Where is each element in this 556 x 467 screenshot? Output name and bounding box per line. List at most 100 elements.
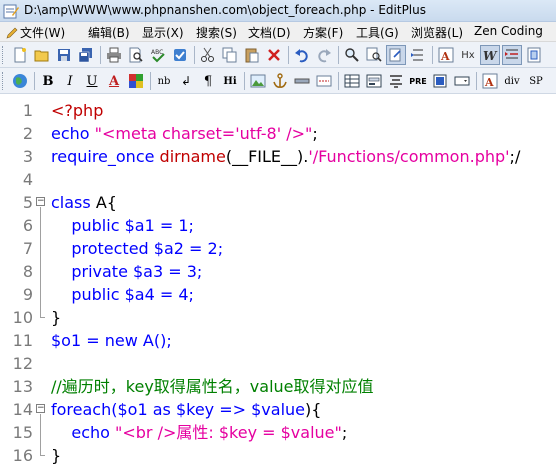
code-line[interactable]: 14− foreach($o1 as $key => $value){ xyxy=(0,398,556,421)
span-button[interactable]: SP xyxy=(526,71,546,91)
goto-icon[interactable] xyxy=(408,45,428,65)
menu-view[interactable]: 显示(X) xyxy=(142,24,184,41)
replace-icon[interactable] xyxy=(364,45,384,65)
underline-button[interactable]: U xyxy=(82,71,102,91)
fold-guide xyxy=(40,414,41,456)
toolbar-separator xyxy=(244,72,245,90)
code-token: <?php xyxy=(51,101,104,120)
svg-text:A: A xyxy=(484,76,494,89)
code-token: $a3 xyxy=(133,262,164,281)
copy-icon[interactable] xyxy=(220,45,240,65)
font-size-icon[interactable]: A xyxy=(436,45,456,65)
code-line[interactable]: 15 echo "<br />属性: $key = $value"; xyxy=(0,421,556,444)
open-folder-icon[interactable] xyxy=(32,45,52,65)
code-token: } xyxy=(51,308,62,327)
br-button[interactable]: ↲ xyxy=(176,71,196,91)
code-token: $key xyxy=(175,400,215,419)
code-line[interactable]: 4 xyxy=(0,168,556,191)
delete-icon[interactable] xyxy=(264,45,284,65)
toolbar-grip[interactable] xyxy=(2,46,6,64)
save-icon[interactable] xyxy=(54,45,74,65)
code-token: => xyxy=(214,400,252,419)
find-icon[interactable] xyxy=(342,45,362,65)
image-icon[interactable] xyxy=(248,71,268,91)
fold-toggle-icon[interactable]: − xyxy=(36,197,45,206)
code-line[interactable]: 6 public $a1 = 1; xyxy=(0,214,556,237)
code-line[interactable]: 13 //遍历时，key取得属性名，value取得对应值 xyxy=(0,375,556,398)
div-button[interactable]: div xyxy=(502,71,522,91)
menu-browser[interactable]: 浏览器(L) xyxy=(411,24,463,41)
print-icon[interactable] xyxy=(104,45,124,65)
hex-icon[interactable]: Hx xyxy=(458,45,478,65)
line-number: 9 xyxy=(22,285,33,304)
code-token: $o1 xyxy=(51,331,82,350)
form-icon[interactable] xyxy=(364,71,384,91)
heading-button[interactable]: Hi xyxy=(220,71,240,91)
line-number: 1 xyxy=(22,101,33,120)
new-file-icon[interactable] xyxy=(10,45,30,65)
code-line[interactable]: 10} xyxy=(0,306,556,329)
toolbar-grip[interactable] xyxy=(2,72,6,90)
font-icon[interactable]: A xyxy=(480,71,500,91)
find-in-files-icon[interactable] xyxy=(386,45,406,65)
undo-icon[interactable] xyxy=(292,45,312,65)
menu-zen-coding[interactable]: Zen Coding xyxy=(474,24,543,38)
code-editor[interactable]: 1 <?php 2 echo "<meta charset='utf-8' />"; 3… xyxy=(0,95,556,467)
italic-button[interactable]: I xyxy=(60,71,80,91)
menu-file[interactable]: 文件(W) xyxy=(6,24,65,41)
checkbox-icon[interactable] xyxy=(430,71,450,91)
hr-icon[interactable] xyxy=(292,71,312,91)
line-number: 4 xyxy=(22,170,33,189)
code-line[interactable]: 2 echo "<meta charset='utf-8' />"; xyxy=(0,122,556,145)
menu-edit[interactable]: 编辑(B) xyxy=(88,24,130,41)
toolbar-separator xyxy=(194,46,195,64)
nbsp-button[interactable]: nb xyxy=(154,71,174,91)
code-line[interactable]: 3 require_once dirname(__FILE__).'/Functi… xyxy=(0,145,556,168)
print-preview-icon[interactable] xyxy=(126,45,146,65)
code-token: private xyxy=(51,262,133,281)
menu-tools[interactable]: 工具(G) xyxy=(356,24,399,41)
line-number: 3 xyxy=(22,147,33,166)
code-line[interactable]: 16} xyxy=(0,444,556,467)
fold-guide xyxy=(40,207,41,318)
code-token: $value xyxy=(251,400,306,419)
code-token: = 2; xyxy=(183,239,224,258)
code-token: = 4; xyxy=(154,285,194,304)
code-token: A{ xyxy=(95,193,117,212)
save-all-icon[interactable] xyxy=(76,45,96,65)
menu-project[interactable]: 方案(F) xyxy=(303,24,343,41)
code-line[interactable]: 5− class A{ xyxy=(0,191,556,214)
paragraph-button[interactable]: ¶ xyxy=(198,71,218,91)
pre-button[interactable]: PRE xyxy=(408,71,428,91)
code-line[interactable]: 11 $o1 = new A(); xyxy=(0,329,556,352)
redo-icon[interactable] xyxy=(314,45,334,65)
code-line[interactable]: 7 protected $a2 = 2; xyxy=(0,237,556,260)
code-token: //遍历时，key取得属性名，value取得对应值 xyxy=(51,377,374,396)
table-icon[interactable] xyxy=(342,71,362,91)
code-line[interactable]: 1 <?php xyxy=(0,99,556,122)
anchor-icon[interactable] xyxy=(270,71,290,91)
comment-icon[interactable] xyxy=(314,71,334,91)
spellcheck-icon[interactable]: ABC xyxy=(148,45,168,65)
select-icon[interactable] xyxy=(452,71,472,91)
cut-icon[interactable] xyxy=(198,45,218,65)
code-text: require_once dirname(__FILE__).'/Functio… xyxy=(51,145,520,168)
line-numbers-icon[interactable] xyxy=(502,45,522,65)
code-line[interactable]: 12 xyxy=(0,352,556,375)
list-icon[interactable] xyxy=(386,71,406,91)
code-line[interactable]: 9 public $a4 = 4; xyxy=(0,283,556,306)
code-token: dirname xyxy=(159,147,226,166)
fold-toggle-icon[interactable]: − xyxy=(36,404,45,413)
code-line[interactable]: 8 private $a3 = 3; xyxy=(0,260,556,283)
column-selection-icon[interactable] xyxy=(524,45,544,65)
bold-button[interactable]: B xyxy=(38,71,58,91)
toolbar-separator xyxy=(100,46,101,64)
color-icon[interactable] xyxy=(126,71,146,91)
word-wrap-icon[interactable]: W xyxy=(480,45,500,65)
menu-document[interactable]: 文档(D) xyxy=(248,24,291,41)
paste-icon[interactable] xyxy=(242,45,262,65)
check-icon[interactable] xyxy=(170,45,190,65)
browser-globe-icon[interactable] xyxy=(10,71,30,91)
menu-search[interactable]: 搜索(S) xyxy=(196,24,237,41)
font-color-button[interactable]: A xyxy=(104,71,124,91)
